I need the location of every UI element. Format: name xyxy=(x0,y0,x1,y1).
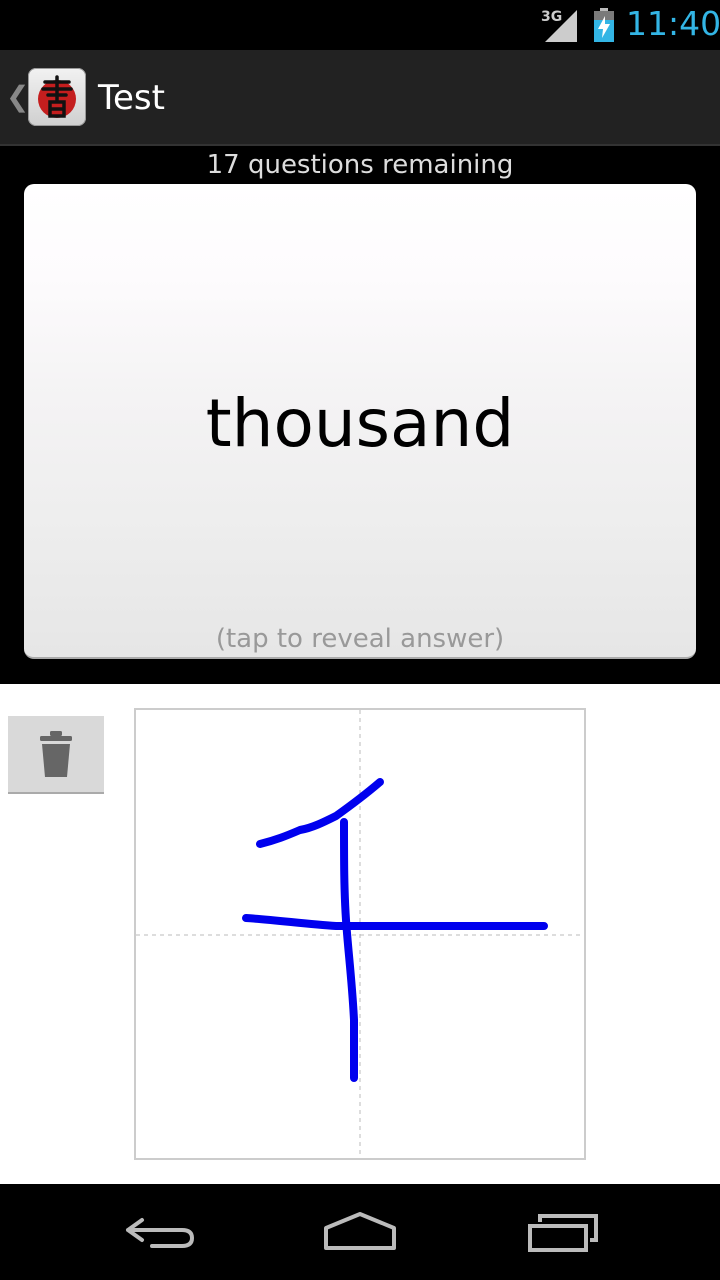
clear-button[interactable] xyxy=(8,716,104,794)
page-title: Test xyxy=(98,78,165,118)
home-icon[interactable] xyxy=(320,1210,400,1254)
reveal-hint: (tap to reveal answer) xyxy=(215,624,505,654)
screen: 3G 11:40 ❮ Test 17 questions remaining t… xyxy=(0,0,720,1280)
stroke-vertical xyxy=(340,818,358,1082)
drawing-area xyxy=(0,684,720,1184)
questions-remaining: 17 questions remaining xyxy=(206,150,514,180)
stroke-top xyxy=(256,778,384,848)
canvas-drawing xyxy=(136,710,584,1158)
battery-charging-icon xyxy=(594,8,614,42)
recents-icon[interactable] xyxy=(522,1210,602,1254)
status-bar: 3G 11:40 xyxy=(0,0,720,50)
network-type: 3G xyxy=(541,9,563,25)
stroke-horizontal xyxy=(242,914,548,931)
trash-icon xyxy=(40,731,72,777)
calligraphy-app-icon xyxy=(38,75,76,118)
flash-card[interactable]: thousand (tap to reveal answer) xyxy=(24,184,696,659)
app-icon[interactable] xyxy=(28,68,86,126)
back-icon[interactable] xyxy=(120,1210,200,1254)
clock: 11:40 xyxy=(626,4,720,43)
writing-canvas[interactable] xyxy=(134,708,586,1160)
navigation-bar xyxy=(0,1184,720,1280)
action-bar: ❮ Test xyxy=(0,50,720,146)
up-caret-icon[interactable]: ❮ xyxy=(6,80,29,113)
question-word: thousand xyxy=(205,385,515,462)
